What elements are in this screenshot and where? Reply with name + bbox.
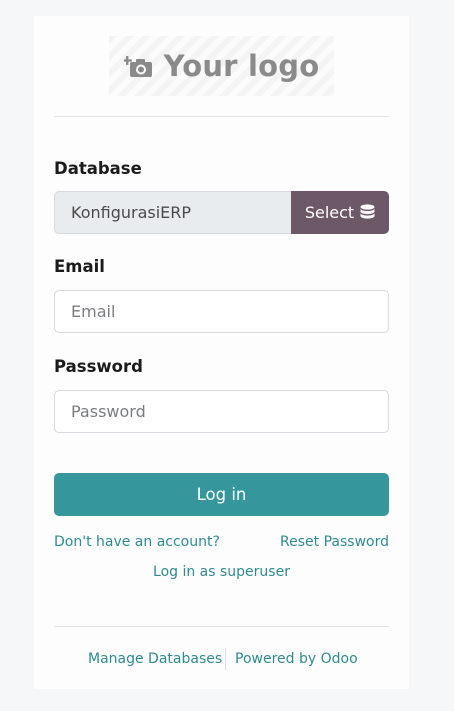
login-card: Your logo Database KonfigurasiERP Select…: [34, 16, 409, 689]
database-icon: [360, 204, 375, 221]
logo-text: Your logo: [163, 49, 320, 83]
password-field[interactable]: [54, 390, 389, 433]
superuser-login-link[interactable]: Log in as superuser: [34, 564, 409, 580]
company-logo: Your logo: [109, 36, 334, 96]
reset-password-link[interactable]: Reset Password: [280, 534, 389, 550]
email-field[interactable]: [54, 290, 389, 333]
database-field: KonfigurasiERP: [54, 191, 291, 234]
login-button[interactable]: Log in: [54, 473, 389, 516]
manage-databases-link[interactable]: Manage Databases: [88, 651, 222, 667]
signup-link[interactable]: Don't have an account?: [54, 534, 220, 550]
password-label: Password: [54, 357, 143, 376]
database-label: Database: [54, 159, 142, 178]
footer-separator: [225, 648, 226, 670]
select-label: Select: [304, 203, 355, 222]
header-divider: [54, 116, 389, 117]
database-selector: KonfigurasiERP Select: [54, 191, 389, 234]
footer-divider: [54, 626, 389, 627]
select-database-button[interactable]: Select: [291, 191, 389, 234]
camera-plus-icon: [123, 53, 154, 79]
powered-by-odoo-link[interactable]: Powered by Odoo: [235, 651, 358, 667]
email-label: Email: [54, 257, 105, 276]
